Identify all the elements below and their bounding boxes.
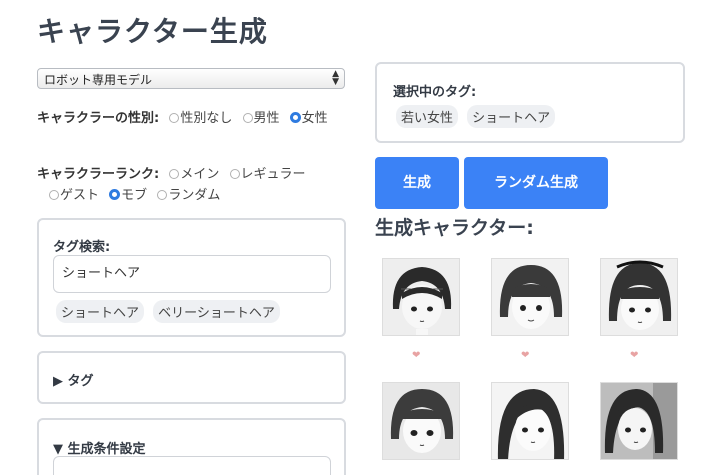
tag-suggestion-chip[interactable]: ベリーショートヘア [153,300,280,323]
tag-suggestion-chip[interactable]: ショートヘア [56,300,145,323]
condition-panel[interactable]: ▼ 生成条件設定 [37,418,346,475]
character-portrait-icon [383,383,459,459]
character-thumbnail[interactable] [600,382,678,460]
rank-option-main[interactable]: メイン [169,167,219,182]
rank-option-mob[interactable]: モブ [109,188,147,203]
character-thumbnail[interactable] [600,258,678,336]
radio-icon[interactable] [229,169,240,179]
radio-icon[interactable] [49,190,59,200]
results-title: 生成キャラクター: [375,217,534,239]
rank-option-guest[interactable]: ゲスト [49,188,99,203]
gender-option-female[interactable]: 女性 [289,111,328,126]
rank-label: キャラクラーランク: [37,167,160,182]
heart-icon[interactable]: ❤ [630,350,638,361]
radio-icon[interactable] [169,113,180,123]
radio-checked-icon[interactable] [109,189,121,200]
selected-tags-label: 選択中のタグ: [393,85,477,100]
character-portrait-icon [492,259,568,335]
selected-tag-chip[interactable]: ショートヘア [467,105,556,128]
gender-label: キャラクラーの性別: [37,111,160,126]
selected-tags-list: 若い女性 ショートヘア [396,105,559,128]
character-portrait-icon [601,383,677,459]
rank-option-regular[interactable]: レギュラー [229,167,306,182]
character-portrait-icon [383,259,459,335]
random-generate-button[interactable]: ランダム生成 [464,157,608,209]
character-thumbnail[interactable] [382,258,460,336]
generate-button[interactable]: 生成 [375,157,459,209]
model-select[interactable]: ロボット専用モデル ▲ ▼ [37,68,345,89]
tag-panel[interactable]: ▶ タグ [37,351,346,404]
selected-tag-chip[interactable]: 若い女性 [396,105,459,128]
tag-suggestions: ショートヘア ベリーショートヘア [56,300,284,323]
heart-icon[interactable]: ❤ [412,350,420,361]
tag-search-label: タグ検索: [53,240,111,255]
condition-panel-toggle[interactable]: ▼ 生成条件設定 [53,438,146,457]
character-thumbnail[interactable] [491,258,569,336]
tag-search-panel: タグ検索: ショートヘア ショートヘア ベリーショートヘア [37,218,346,337]
tag-search-input[interactable]: ショートヘア [53,255,331,293]
character-thumbnail[interactable] [382,382,460,460]
gender-option-none[interactable]: 性別なし [169,111,232,126]
character-thumbnail[interactable] [491,382,569,460]
heart-icon[interactable]: ❤ [521,350,529,361]
select-arrows-icon: ▲ ▼ [332,69,339,87]
page-title: キャラクター生成 [37,15,268,48]
rank-radio-group: キャラクラーランク: メイン レギュラー ゲスト モブ ランダム [37,164,347,206]
condition-input[interactable] [53,456,331,475]
radio-checked-icon[interactable] [289,112,301,123]
radio-icon[interactable] [242,113,253,123]
radio-icon[interactable] [157,190,168,200]
gender-option-male[interactable]: 男性 [242,111,280,126]
character-portrait-icon [492,383,568,459]
gender-radio-group: キャラクラーの性別: 性別なし 男性 女性 [37,108,347,129]
tag-panel-toggle[interactable]: ▶ タグ [53,370,94,389]
rank-option-random[interactable]: ランダム [157,188,220,203]
character-portrait-icon [601,259,677,335]
radio-icon[interactable] [169,169,180,179]
model-select-value: ロボット専用モデル [44,73,153,87]
selected-tags-box: 選択中のタグ: 若い女性 ショートヘア [375,62,685,143]
